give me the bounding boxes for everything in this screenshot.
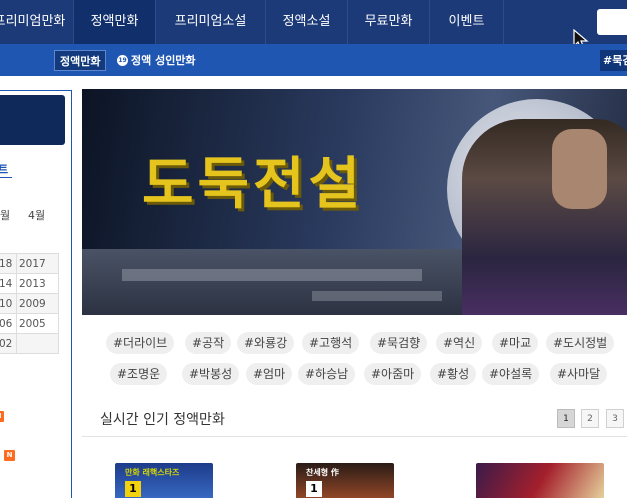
year-cell[interactable]: 10 xyxy=(0,293,17,314)
year-cell[interactable]: 2009 xyxy=(16,293,59,314)
new-badge: N xyxy=(0,411,4,422)
thumbnail-caption: 찬세형 作 xyxy=(306,468,339,477)
search-input[interactable] xyxy=(597,9,627,35)
hashtag[interactable]: #역신 xyxy=(436,332,483,354)
subnav-adult-label: 정액 성인만화 xyxy=(131,54,196,67)
hashtag[interactable]: #조명운 xyxy=(110,363,168,385)
year-cell[interactable]: 18 xyxy=(0,253,17,274)
hashtag[interactable]: #하승남 xyxy=(298,363,356,385)
new-badge: N xyxy=(4,450,15,461)
nav-flat-rate-comics[interactable]: 정액만화 xyxy=(74,0,156,44)
sidebar-title-underline xyxy=(0,177,12,178)
age-19-icon: 19 xyxy=(117,55,128,66)
top-navigation: 프리미엄만화 정액만화 프리미엄소설 정액소설 무료만화 이벤트 xyxy=(0,0,627,44)
hashtag[interactable]: #사마달 xyxy=(550,363,608,385)
year-cell[interactable]: 06 xyxy=(0,313,17,334)
comic-thumbnail[interactable] xyxy=(476,463,604,498)
sidebar-title[interactable]: 트 xyxy=(0,161,8,177)
pager-button[interactable]: 2 xyxy=(581,409,599,428)
hashtag[interactable]: #도시정벌 xyxy=(546,332,615,354)
thumbnail-number: 1 xyxy=(306,481,322,497)
hashtag[interactable]: #야설록 xyxy=(482,363,540,385)
thumbnail-number: 1 xyxy=(125,481,141,497)
hashtag[interactable]: #고행석 xyxy=(302,332,360,354)
section-divider xyxy=(82,436,627,437)
year-cell xyxy=(16,333,59,354)
comic-thumbnail[interactable]: 만화 래핵스타즈 1 xyxy=(115,463,213,498)
hashtag[interactable]: #더라이브 xyxy=(106,332,175,354)
comic-thumbnail[interactable]: 찬세형 作 1 xyxy=(296,463,394,498)
year-cell[interactable]: 14 xyxy=(0,273,17,294)
nav-free-comics[interactable]: 무료만화 xyxy=(348,0,430,44)
sub-navigation: 정액만화 19 정액 성인만화 #묵검 xyxy=(0,44,627,76)
subnav-adult-comics[interactable]: 19 정액 성인만화 xyxy=(117,50,196,71)
nav-premium-novels[interactable]: 프리미엄소설 xyxy=(156,0,266,44)
hashtag[interactable]: #아줌마 xyxy=(364,363,422,385)
pager-button[interactable]: 1 xyxy=(557,409,575,428)
year-cell[interactable]: 2005 xyxy=(16,313,59,334)
nav-flat-rate-novels[interactable]: 정액소설 xyxy=(266,0,348,44)
year-cell[interactable]: 2013 xyxy=(16,273,59,294)
banner-subtitle-bar xyxy=(122,269,422,281)
section-title: 실시간 인기 정액만화 xyxy=(100,412,225,428)
banner-subtitle-bar xyxy=(312,291,442,301)
pager-button[interactable]: 3 xyxy=(606,409,624,428)
hashtag[interactable]: #와룡강 xyxy=(237,332,295,354)
sidebar-month-tab[interactable]: 4월 xyxy=(28,207,45,223)
thumbnail-caption: 만화 래핵스타즈 xyxy=(125,468,180,477)
page: 프리미엄만화 정액만화 프리미엄소설 정액소설 무료만화 이벤트 정액만화 19… xyxy=(0,0,627,498)
banner-character-face xyxy=(552,129,607,209)
sidebar-banner[interactable] xyxy=(0,95,65,145)
hashtag[interactable]: #마교 xyxy=(492,332,539,354)
subnav-hashtag[interactable]: #묵검 xyxy=(600,50,627,71)
hashtag[interactable]: #공작 xyxy=(185,332,232,354)
subnav-flat-rate-comics[interactable]: 정액만화 xyxy=(54,50,107,71)
nav-events[interactable]: 이벤트 xyxy=(430,0,504,44)
hashtag[interactable]: #묵검향 xyxy=(370,332,428,354)
nav-premium-comics[interactable]: 프리미엄만화 xyxy=(0,0,74,44)
hashtag[interactable]: #황성 xyxy=(430,363,477,385)
hashtag[interactable]: #박봉성 xyxy=(182,363,240,385)
year-table: 18 2017 14 2013 10 2009 06 2005 02 xyxy=(0,253,59,354)
year-cell[interactable]: 02 xyxy=(0,333,17,354)
left-sidebar: 트 월 4월 18 2017 14 2013 10 2009 06 2005 02 N … xyxy=(0,90,72,498)
featured-banner[interactable]: 도둑전설 xyxy=(82,89,627,315)
year-cell[interactable]: 2017 xyxy=(16,253,59,274)
sidebar-month-tab[interactable]: 월 xyxy=(0,207,10,223)
hashtag[interactable]: #엄마 xyxy=(246,363,293,385)
banner-title: 도둑전설 xyxy=(142,152,365,217)
